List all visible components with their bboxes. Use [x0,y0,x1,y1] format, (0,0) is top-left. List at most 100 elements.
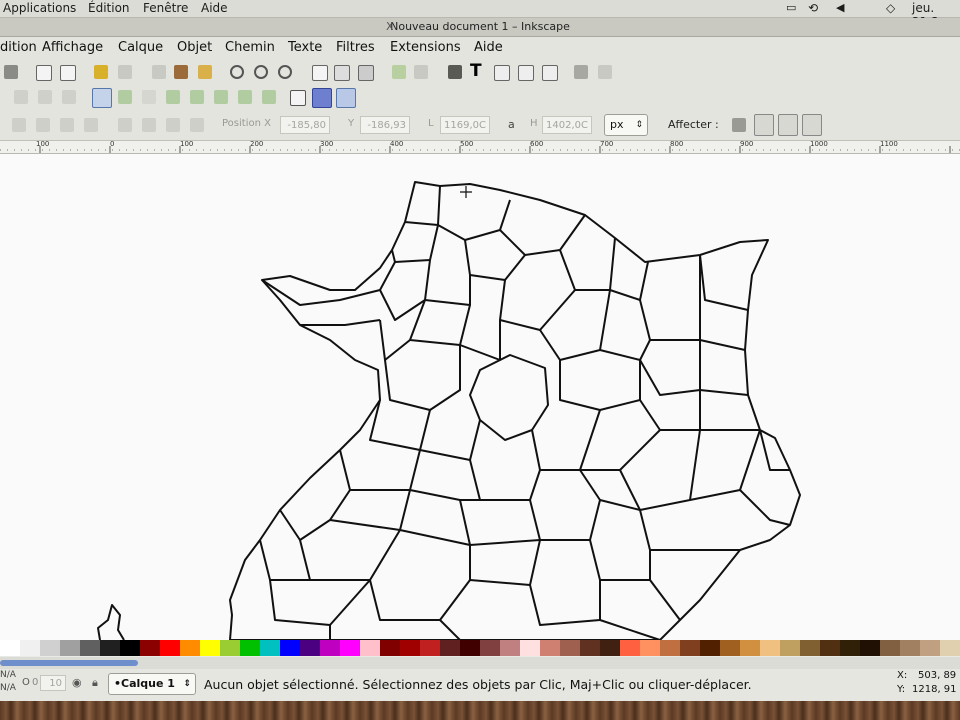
snap-page-icon[interactable] [290,90,306,106]
snap-guide-icon[interactable] [336,88,356,108]
snap-smooth-icon[interactable] [190,90,204,104]
undo-icon[interactable] [94,65,108,79]
drawing-canvas[interactable] [0,154,960,640]
snap-paths-icon[interactable] [142,90,156,104]
visibility-icon[interactable]: ◉ [72,676,82,689]
fill-stroke-icon[interactable] [448,65,462,79]
palette-swatch[interactable] [340,640,360,656]
move-patterns-icon[interactable] [802,114,822,136]
menu-calque[interactable]: Calque [118,40,163,55]
snap-rotation-center-icon[interactable] [262,90,276,104]
palette-swatch[interactable] [620,640,640,656]
paste-icon[interactable] [198,65,212,79]
snap-nodes-icon[interactable] [118,90,132,104]
width-field[interactable]: 1169,0C [440,116,490,134]
palette-swatch[interactable] [300,640,320,656]
rotate-cw-icon[interactable] [36,118,50,132]
redo-icon[interactable] [118,65,132,79]
palette-swatch[interactable] [180,640,200,656]
palette-swatch[interactable] [0,640,20,656]
palette-swatch[interactable] [60,640,80,656]
layer-select[interactable]: •Calque 1 ⇕ [108,673,196,695]
unit-select[interactable]: px ⇕ [604,114,648,136]
tools-icon[interactable] [598,65,612,79]
palette-swatch[interactable] [640,640,660,656]
duplicate-icon[interactable] [312,65,328,81]
battery-icon[interactable]: ▭ [786,1,796,14]
applications-menu[interactable]: Applications [3,1,76,15]
palette-swatch[interactable] [720,640,740,656]
snap-grid-icon[interactable] [312,88,332,108]
palette-swatch[interactable] [140,640,160,656]
palette-swatch[interactable] [760,640,780,656]
palette-swatch[interactable] [240,640,260,656]
palette-swatch[interactable] [740,640,760,656]
snap-midpoints-icon[interactable] [214,90,228,104]
color-palette[interactable] [0,640,960,656]
horizontal-scrollbar[interactable] [0,657,960,669]
palette-swatch[interactable] [940,640,960,656]
menu-affichage[interactable]: Affichage [42,40,103,55]
scale-corners-icon[interactable] [754,114,774,136]
municipality-map[interactable] [0,154,960,640]
text-font-icon[interactable]: T [470,61,482,81]
cut-icon[interactable] [174,65,188,79]
ungroup-icon[interactable] [414,65,428,79]
lock-layer-icon[interactable]: 🔒︎ [92,676,98,690]
stroke-indicator[interactable]: N/A [0,683,16,693]
print-icon[interactable] [4,65,18,79]
menu-objet[interactable]: Objet [177,40,212,55]
palette-swatch[interactable] [120,640,140,656]
unlink-clone-icon[interactable] [358,65,374,81]
palette-swatch[interactable] [80,640,100,656]
horizontal-ruler[interactable]: 100 0 100 200 300 400 500 600 700 800 90… [0,140,960,154]
copy-icon[interactable] [152,65,166,79]
palette-swatch[interactable] [380,640,400,656]
fill-indicator[interactable]: N/A [0,670,16,680]
palette-swatch[interactable] [440,640,460,656]
flip-horizontal-icon[interactable] [60,118,74,132]
xml-editor-icon[interactable] [494,65,510,81]
lower-to-bottom-icon[interactable] [190,118,204,132]
snap-toggle-icon[interactable] [92,88,112,108]
align-icon[interactable] [518,65,534,81]
palette-swatch[interactable] [820,640,840,656]
palette-swatch[interactable] [600,640,620,656]
import-icon[interactable] [36,65,52,81]
move-gradients-icon[interactable] [778,114,798,136]
palette-swatch[interactable] [400,640,420,656]
menu-edition[interactable]: dition [0,40,37,55]
palette-swatch[interactable] [280,640,300,656]
snap-intersections-icon[interactable] [166,90,180,104]
zoom-drawing-icon[interactable] [254,65,268,79]
position-y-field[interactable]: -186,93 [360,116,410,134]
snap-b-icon[interactable] [38,90,52,104]
palette-swatch[interactable] [480,640,500,656]
palette-swatch[interactable] [900,640,920,656]
export-icon[interactable] [60,65,76,81]
palette-swatch[interactable] [20,640,40,656]
menu-texte[interactable]: Texte [288,40,322,55]
palette-swatch[interactable] [320,640,340,656]
time-machine-icon[interactable]: ⟲ [808,1,818,15]
palette-swatch[interactable] [580,640,600,656]
palette-swatch[interactable] [360,640,380,656]
position-x-field[interactable]: -185,80 [280,116,330,134]
menu-extensions[interactable]: Extensions [390,40,461,55]
lower-icon[interactable] [166,118,180,132]
palette-swatch[interactable] [100,640,120,656]
rotate-ccw-icon[interactable] [12,118,26,132]
raise-to-top-icon[interactable] [118,118,132,132]
snap-a-icon[interactable] [14,90,28,104]
palette-swatch[interactable] [540,640,560,656]
scale-stroke-icon[interactable] [732,118,746,132]
edition-menu[interactable]: Édition [88,1,130,15]
fenetre-menu[interactable]: Fenêtre [143,1,188,15]
group-icon[interactable] [392,65,406,79]
palette-swatch[interactable] [460,640,480,656]
palette-swatch[interactable] [40,640,60,656]
palette-swatch[interactable] [680,640,700,656]
height-field[interactable]: 1402,0C [542,116,592,134]
wifi-icon[interactable]: ◇ [886,1,895,15]
volume-icon[interactable]: ◀ [836,1,844,14]
